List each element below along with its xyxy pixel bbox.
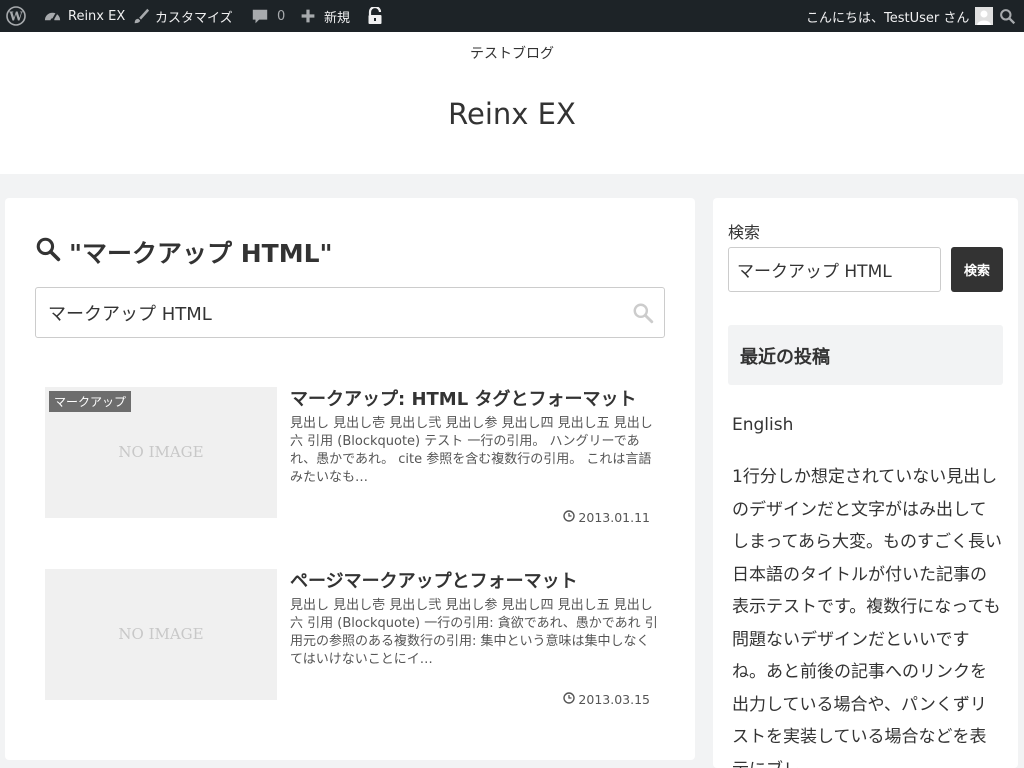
post-date: 2013.03.15	[563, 692, 650, 707]
new-content-menu[interactable]: 新規	[300, 0, 350, 32]
post-title[interactable]: マークアップ: HTML タグとフォーマット	[290, 385, 660, 411]
post-date-text: 2013.01.11	[578, 510, 650, 525]
clock-icon	[563, 510, 576, 525]
site-tagline: テストブログ	[470, 46, 554, 62]
search-result-card[interactable]: NO IMAGE マークアップ マークアップ: HTML タグとフォーマット 見…	[45, 385, 665, 525]
post-title[interactable]: ページマークアップとフォーマット	[290, 567, 660, 593]
svg-text:W: W	[8, 10, 23, 24]
customize-label: カスタマイズ	[155, 10, 233, 26]
recent-post-link[interactable]: English	[732, 409, 1002, 442]
brush-icon	[132, 7, 150, 25]
post-thumbnail[interactable]: NO IMAGE マークアップ	[45, 387, 277, 518]
search-heading-text: "マークアップ HTML"	[69, 239, 333, 268]
post-excerpt: 見出し 見出し壱 見出し弐 見出し参 見出し四 見出し五 見出し六 引用 (Bl…	[290, 598, 658, 667]
search-icon[interactable]	[999, 0, 1016, 32]
admin-bar: W Reinx EX カスタマイズ 0 新規 こんにちは、TestUser さん	[0, 0, 1024, 32]
recent-post-link[interactable]: 1行分しか想定されていない見出しのデザインだと文字がはみ出してしまってあら大変。…	[732, 461, 1002, 768]
category-label: マークアップ	[49, 391, 132, 412]
post-excerpt: 見出し 見出し壱 見出し弐 見出し参 見出し四 見出し五 見出し六 引用 (Bl…	[290, 416, 653, 485]
comments-link[interactable]: 0	[251, 0, 285, 32]
wordpress-logo-icon[interactable]: W	[6, 0, 26, 32]
main-search-form	[35, 287, 665, 338]
clock-icon	[563, 692, 576, 707]
sidebar-search-label: 検索	[728, 223, 761, 242]
main-content: "マークアップ HTML" NO IMAGE マークアップ マークアップ: HT…	[5, 198, 695, 760]
site-name-label: Reinx EX	[68, 8, 126, 24]
sidebar-search-input[interactable]	[728, 247, 941, 292]
no-image-placeholder: NO IMAGE	[118, 625, 204, 643]
no-image-placeholder: NO IMAGE	[118, 443, 204, 461]
new-label: 新規	[324, 10, 351, 26]
comments-count: 0	[277, 8, 286, 24]
post-date-text: 2013.03.15	[578, 692, 650, 707]
greeting-label: こんにちは、TestUser さん	[806, 10, 970, 26]
plus-icon	[300, 8, 316, 24]
site-header: テストブログ Reinx EX	[0, 32, 1024, 174]
sidebar-search-button[interactable]: 検索	[951, 247, 1003, 292]
dashboard-icon	[43, 7, 62, 26]
search-result-card[interactable]: NO IMAGE ページマークアップとフォーマット 見出し 見出し壱 見出し弐 …	[45, 567, 665, 707]
avatar-icon	[975, 7, 994, 25]
search-icon[interactable]	[632, 302, 654, 324]
lock-icon[interactable]	[367, 0, 383, 32]
site-title[interactable]: Reinx EX	[0, 97, 1024, 131]
comment-icon	[251, 7, 269, 25]
customize-link[interactable]: カスタマイズ	[132, 0, 233, 32]
recent-posts-heading: 最近の投稿	[728, 325, 1003, 385]
search-results-heading: "マークアップ HTML"	[35, 234, 333, 270]
sidebar: 検索 検索 最近の投稿 English 1行分しか想定されていない見出しのデザイ…	[713, 198, 1018, 768]
main-search-input[interactable]	[36, 288, 626, 337]
search-icon	[35, 236, 61, 268]
post-date: 2013.01.11	[563, 510, 650, 525]
site-name-menu[interactable]: Reinx EX	[43, 0, 125, 32]
post-thumbnail[interactable]: NO IMAGE	[45, 569, 277, 700]
recent-posts-heading-text: 最近の投稿	[740, 347, 830, 368]
my-account-menu[interactable]: こんにちは、TestUser さん	[806, 0, 994, 32]
